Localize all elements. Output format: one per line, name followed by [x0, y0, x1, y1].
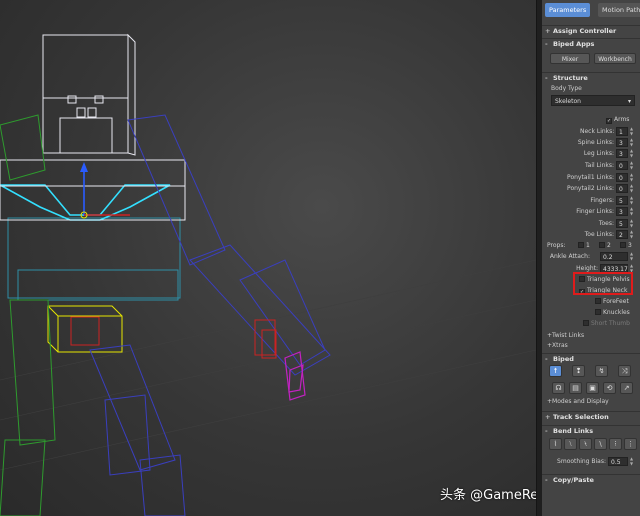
torso-bone	[7, 217, 181, 301]
mixer-mode-icon[interactable]: ⤨	[618, 365, 631, 377]
finger-links-spinner[interactable]: 3	[616, 207, 628, 216]
chevron-down-icon: ▾	[627, 98, 631, 105]
collapse-icon: -	[545, 476, 548, 484]
motion-flow-icon[interactable]: ↯	[595, 365, 608, 377]
spinner-arrows-icon[interactable]: ▲ ▼	[629, 251, 634, 261]
spinner-arrows-icon[interactable]: ▲ ▼	[629, 456, 634, 466]
smoothing-bias-spinner[interactable]: 0.5	[608, 457, 628, 466]
spinner-arrows-icon[interactable]: ▲ ▼	[629, 206, 634, 216]
prop-2-checkbox[interactable]: 2	[599, 242, 611, 249]
leg-bone-right	[89, 344, 186, 516]
prop-1-checkbox[interactable]: 1	[578, 242, 590, 249]
toe-links-spinner[interactable]: 2	[616, 230, 628, 239]
fingers-label: Fingers:	[590, 197, 614, 204]
watermark: 头条 @GameRes游资网	[440, 488, 536, 503]
height-label: Height:	[576, 265, 598, 272]
ankle-attach-label: Ankle Attach:	[549, 253, 590, 260]
neck-links-spinner[interactable]: 1	[616, 127, 628, 136]
rollout-bend-links[interactable]: - Bend Links	[542, 425, 640, 435]
spinner-arrows-icon[interactable]: ▲ ▼	[629, 183, 634, 193]
zero-all-icon[interactable]: ⋮	[624, 438, 637, 450]
spinner-arrows-icon[interactable]: ▲ ▼	[629, 229, 634, 239]
body-type-dropdown[interactable]: Skeleton ▾	[551, 95, 635, 106]
ponytail1-links-label: Ponytail1 Links:	[567, 174, 614, 181]
prop-3-checkbox[interactable]: 3	[620, 242, 632, 249]
in-place-mode-icon[interactable]: ↗	[620, 382, 633, 394]
toes-label: Toes:	[598, 220, 614, 227]
fingers-spinner[interactable]: 5	[616, 196, 628, 205]
head-bone	[42, 33, 136, 156]
rollout-structure[interactable]: - Structure	[542, 72, 640, 82]
finger-links-label: Finger Links:	[576, 208, 614, 215]
save-file-icon[interactable]: ▣	[586, 382, 599, 394]
bend-links-mode-icon[interactable]: ⌇	[549, 438, 562, 450]
mixer-button[interactable]: Mixer	[550, 53, 590, 64]
smoothing-mode-icon[interactable]: \	[594, 438, 607, 450]
biped-wireframe	[0, 33, 536, 516]
spinner-arrows-icon[interactable]: ▲ ▼	[629, 172, 634, 182]
twist-individual-mode-icon[interactable]: ⧷	[579, 438, 592, 450]
ponytail2-links-label: Ponytail2 Links:	[567, 185, 614, 192]
forefeet-checkbox[interactable]: ForeFeet	[595, 298, 629, 305]
tab-parameters[interactable]: Parameters	[545, 3, 591, 17]
fingers-right	[284, 351, 306, 401]
tail-links-spinner[interactable]: 0	[616, 161, 628, 170]
figure-mode-icon[interactable]: ☨	[549, 365, 562, 377]
props-label: Props:	[547, 242, 566, 249]
neck-links-label: Neck Links:	[580, 128, 615, 135]
rollout-track-selection[interactable]: + Track Selection	[542, 411, 640, 421]
rollout-copy-paste[interactable]: - Copy/Paste	[542, 474, 640, 484]
twist-links-mode-icon[interactable]: ⧵	[564, 438, 577, 450]
arms-checkbox[interactable]: ✓ Arms	[606, 116, 629, 124]
spinner-arrows-icon[interactable]: ▲ ▼	[629, 148, 634, 158]
collapse-icon: -	[545, 355, 548, 363]
spinner-arrows-icon[interactable]: ▲ ▼	[629, 195, 634, 205]
spinner-arrows-icon[interactable]: ▲ ▼	[629, 126, 634, 136]
3d-viewport[interactable]: 头条 @GameRes游资网	[0, 0, 536, 516]
knuckles-checkbox[interactable]: Knuckles	[595, 309, 630, 316]
workbench-button[interactable]: Workbench	[594, 53, 636, 64]
collapse-icon: -	[545, 74, 548, 82]
ankle-attach-spinner[interactable]: 0.2	[600, 252, 628, 261]
modes-and-display-toggle[interactable]: +Modes and Display	[547, 398, 609, 405]
tail-links-label: Tail Links:	[584, 162, 614, 169]
spinner-arrows-icon[interactable]: ▲ ▼	[629, 218, 634, 228]
zero-twist-icon[interactable]: ⁝	[609, 438, 622, 450]
load-fig-icon[interactable]: ⟲	[603, 382, 616, 394]
ponytail1-links-spinner[interactable]: 0	[616, 173, 628, 182]
expand-icon: +	[545, 413, 551, 421]
toe-links-label: Toe Links:	[584, 231, 614, 238]
leg-bone-left	[0, 299, 56, 516]
spine-links-label: Spine Links:	[577, 139, 614, 146]
body-type-label: Body Type	[551, 85, 582, 92]
biped-playback-icon[interactable]: ☊	[552, 382, 565, 394]
command-panel: Parameters Motion Paths + Assign Controll…	[542, 0, 640, 516]
arm-bone-right	[127, 114, 331, 376]
spine-links-spinner[interactable]: 3	[616, 138, 628, 147]
open-file-icon[interactable]: ▤	[569, 382, 582, 394]
spinner-arrows-icon[interactable]: ▲ ▼	[629, 160, 634, 170]
rollout-biped-apps[interactable]: - Biped Apps	[542, 38, 640, 48]
footstep-mode-icon[interactable]: ❢	[572, 365, 585, 377]
xtras-toggle[interactable]: +Xtras	[547, 342, 568, 349]
tab-motion-paths[interactable]: Motion Paths	[598, 3, 640, 17]
highlight-box	[573, 272, 633, 295]
rollout-assign-controller[interactable]: + Assign Controller	[542, 25, 640, 35]
collapse-icon: -	[545, 40, 548, 48]
ponytail2-links-spinner[interactable]: 0	[616, 184, 628, 193]
arm-bone-left	[0, 114, 46, 181]
leg-links-label: Leg Links:	[583, 150, 614, 157]
leg-links-spinner[interactable]: 3	[616, 149, 628, 158]
short-thumb-checkbox[interactable]: Short Thumb	[583, 320, 630, 327]
expand-icon: +	[545, 27, 551, 35]
smoothing-bias-label: Smoothing Bias:	[557, 458, 606, 465]
twist-links-toggle[interactable]: +Twist Links	[547, 332, 584, 339]
collapse-icon: -	[545, 427, 548, 435]
rollout-biped[interactable]: - Biped	[542, 353, 640, 363]
toes-spinner[interactable]: 5	[616, 219, 628, 228]
spinner-arrows-icon[interactable]: ▲ ▼	[629, 137, 634, 147]
